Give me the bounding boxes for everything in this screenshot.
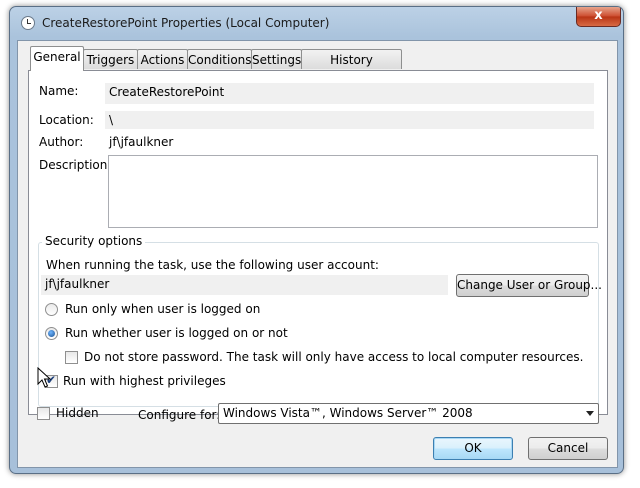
tab-actions[interactable]: Actions <box>137 49 188 69</box>
close-button[interactable]: x <box>576 7 621 27</box>
location-field[interactable]: \ <box>105 111 594 129</box>
account-prompt: When running the task, use the following… <box>46 258 379 272</box>
radio-whether-logged-on[interactable] <box>45 327 58 340</box>
author-label: Author: <box>39 135 84 149</box>
general-tab-panel: Name: CreateRestorePoint Location: \ Aut… <box>28 70 608 415</box>
no-store-password-label: Do not store password. The task will onl… <box>84 350 584 364</box>
name-field[interactable]: CreateRestorePoint <box>105 83 594 104</box>
configure-for-value: Windows Vista™, Windows Server™ 2008 <box>223 406 473 420</box>
hidden-checkbox[interactable] <box>37 407 50 420</box>
radio-whether-logged-on-label: Run whether user is logged on or not <box>65 326 288 340</box>
window-title: CreateRestorePoint Properties (Local Com… <box>42 16 330 30</box>
tab-triggers[interactable]: Triggers <box>83 49 138 69</box>
ok-button[interactable]: OK <box>433 437 513 460</box>
name-label: Name: <box>39 84 79 98</box>
author-value: jf\jfaulkner <box>109 135 174 149</box>
radio-logged-on[interactable] <box>45 303 58 316</box>
tab-general[interactable]: General <box>30 46 84 71</box>
tab-conditions[interactable]: Conditions <box>187 49 252 69</box>
highest-privileges-label: Run with highest privileges <box>63 374 226 388</box>
security-options-label: Security options <box>42 234 146 248</box>
close-icon: x <box>594 8 603 23</box>
user-account-field[interactable]: jf\jfaulkner <box>41 275 448 295</box>
configure-for-select[interactable]: Windows Vista™, Windows Server™ 2008 <box>218 403 599 424</box>
cancel-button[interactable]: Cancel <box>528 437 608 460</box>
description-label: Description: <box>39 158 112 172</box>
configure-for-label: Configure for: <box>138 408 221 422</box>
hidden-label: Hidden <box>56 406 99 420</box>
clock-icon <box>21 16 35 30</box>
change-user-button[interactable]: Change User or Group... <box>456 274 602 297</box>
chevron-down-icon <box>586 411 594 416</box>
no-store-password-checkbox[interactable] <box>65 351 78 364</box>
radio-logged-on-label: Run only when user is logged on <box>65 302 261 316</box>
tab-history[interactable]: History (disabled) <box>301 49 402 87</box>
dialog-client-area: General Triggers Actions Conditions Sett… <box>17 40 618 468</box>
location-label: Location: <box>39 113 94 127</box>
description-field[interactable] <box>108 155 598 228</box>
properties-dialog: CreateRestorePoint Properties (Local Com… <box>9 6 624 474</box>
tab-settings[interactable]: Settings <box>251 49 302 69</box>
title-bar[interactable]: CreateRestorePoint Properties (Local Com… <box>10 7 623 39</box>
mouse-pointer-icon <box>37 367 52 388</box>
